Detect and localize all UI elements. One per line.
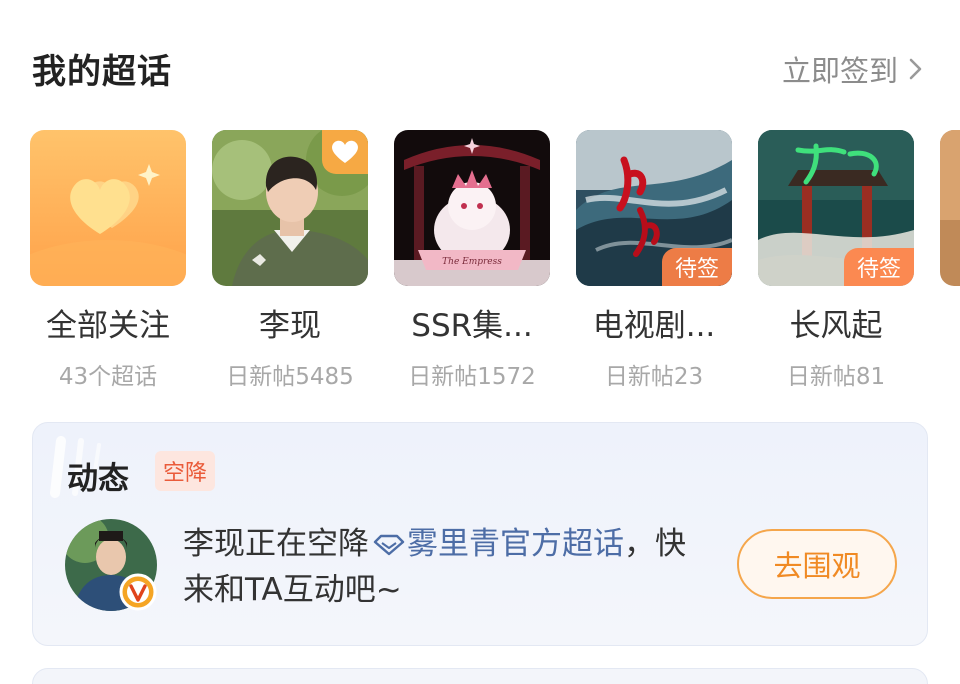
topic-thumb [212, 130, 368, 286]
section-title: 我的超话 [32, 52, 172, 92]
topic-item-partial[interactable]: 雾 日 [940, 130, 960, 391]
topic-thumb [940, 130, 960, 286]
all-follows-art [30, 130, 186, 286]
empress-ribbon-text: The Empress [442, 257, 502, 267]
topic-count: 日新帖1572 [408, 364, 536, 390]
section-header: 我的超话 立即签到 [32, 40, 926, 96]
topic-name: 全部关注 [46, 308, 170, 344]
diamond-icon [373, 534, 405, 556]
topic-name: 长风起 [789, 308, 883, 344]
topic-item-changfengqi[interactable]: 待签 长风起 日新帖81 [758, 130, 914, 391]
chevron-right-icon [909, 58, 922, 80]
heart-icon [332, 140, 358, 163]
topic-count: 日新帖81 [786, 364, 886, 390]
topic-count: 43个超话 [58, 364, 158, 390]
activity-title: 动态 [67, 461, 129, 497]
topic-item-all-follows[interactable]: 全部关注 43个超话 [30, 130, 186, 391]
signin-link[interactable]: 立即签到 [782, 48, 926, 90]
topic-item-ssr[interactable]: The Empress SSR集... 日新帖1572 [394, 130, 550, 391]
topic-count: 日 [940, 357, 960, 391]
pending-signin-badge: 待签 [662, 248, 732, 286]
topic-name: 雾 [940, 300, 960, 345]
activity-card: 动态 空降 李现正在空降 雾里青官方超话，快来和TA互动吧~ 去围观 [32, 422, 928, 646]
pending-signin-badge: 待签 [844, 248, 914, 286]
topic-thumb [30, 130, 186, 286]
super-topic-page: 我的超话 立即签到 全部关注 43个超话 李现 日新帖5485 The Empr… [0, 0, 960, 684]
topic-thumb: 待签 [576, 130, 732, 286]
airdrop-tag: 空降 [155, 451, 216, 491]
topic-name: 电视剧... [592, 308, 716, 344]
next-card [32, 668, 928, 684]
verified-v-icon [119, 573, 157, 611]
topic-name: 李现 [259, 308, 321, 344]
topic-link[interactable]: 雾里青官方超话 [407, 526, 624, 562]
topic-item-lixian[interactable]: 李现 日新帖5485 [212, 130, 368, 391]
activity-message: 李现正在空降 雾里青官方超话，快来和TA互动吧~ [183, 521, 703, 613]
message-text: 李现正在空降 [183, 526, 369, 562]
topic-name: SSR集... [411, 308, 533, 344]
signin-label: 立即签到 [781, 54, 898, 88]
special-follow-badge [322, 130, 368, 174]
topic-list: 全部关注 43个超话 李现 日新帖5485 The Empress SSR集..… [30, 130, 960, 400]
watch-button[interactable]: 去围观 [737, 529, 897, 599]
topic-thumb: The Empress [394, 130, 550, 286]
topic-item-tv-drama[interactable]: 待签 电视剧... 日新帖23 [576, 130, 732, 391]
partial-topic-art [940, 130, 960, 286]
topic-thumb: 待签 [758, 130, 914, 286]
ssr-empress-art: The Empress [394, 130, 550, 286]
topic-count: 日新帖5485 [226, 364, 354, 390]
topic-count: 日新帖23 [604, 364, 704, 390]
